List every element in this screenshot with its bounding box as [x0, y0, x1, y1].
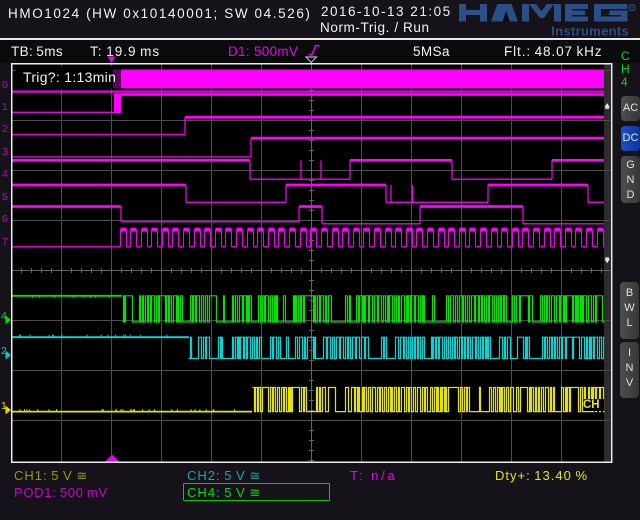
svg-text:R: R — [630, 6, 634, 12]
svg-text:Instruments: Instruments — [551, 24, 629, 39]
